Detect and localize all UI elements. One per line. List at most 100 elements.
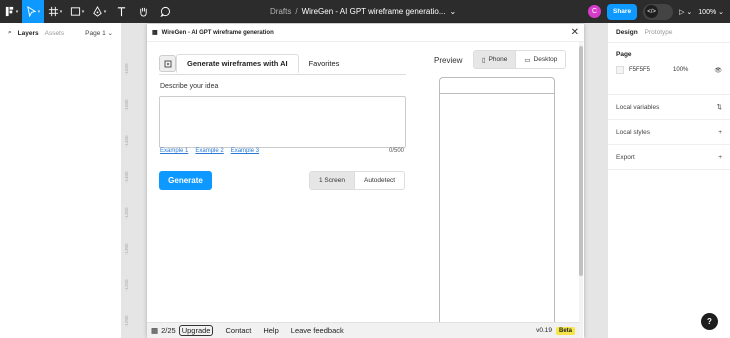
plus-icon[interactable]: + — [718, 154, 722, 161]
tab-design[interactable]: Design — [616, 29, 638, 36]
page-heading: Page — [616, 51, 632, 58]
phone-icon: ▯ — [482, 56, 486, 64]
close-icon[interactable]: ✕ — [571, 27, 579, 38]
ruler-tick: -1550 — [124, 63, 129, 75]
ruler-tick: -1350 — [124, 207, 129, 219]
ruler-tick: -1450 — [124, 135, 129, 147]
scrollbar-thumb[interactable] — [579, 46, 583, 276]
tab-assets[interactable]: Assets — [45, 30, 65, 37]
search-icon[interactable]: ⌕ — [8, 29, 12, 37]
contact-link[interactable]: Contact — [225, 326, 251, 335]
play-icon: ▷ — [679, 8, 685, 16]
page-fill-row[interactable]: F5F5F5 100% 👁 — [616, 66, 722, 74]
local-styles-section[interactable]: Local styles + — [608, 120, 730, 145]
wand-glyph — [164, 60, 171, 67]
zoom-value: 100% — [698, 8, 717, 16]
desktop-icon: ▭ — [524, 56, 531, 64]
device-phone-label: Phone — [488, 56, 508, 63]
text-tool-button[interactable] — [110, 0, 132, 23]
example-1-link[interactable]: Example 1 — [160, 148, 188, 154]
pen-icon — [92, 6, 102, 17]
export-section[interactable]: Export + — [608, 145, 730, 170]
avatar[interactable]: C — [588, 5, 601, 18]
plus-icon[interactable]: + — [718, 129, 722, 136]
generate-button[interactable]: Generate — [159, 171, 212, 190]
char-count: 0/500 — [389, 148, 405, 154]
example-2-link[interactable]: Example 2 — [195, 148, 223, 154]
zoom-level[interactable]: 100% ⌄ — [698, 8, 724, 16]
local-styles-label: Local styles — [616, 128, 650, 136]
ruler-tick: -1500 — [124, 99, 129, 111]
eye-icon[interactable]: 👁 — [714, 67, 722, 74]
left-panel-header: ⌕ Layers Assets Page 1 ⌄ — [0, 23, 121, 43]
share-button[interactable]: Share — [607, 3, 638, 20]
chevron-down-icon[interactable]: ⌄ — [449, 7, 456, 16]
device-toggle: ▯ Phone ▭ Desktop — [473, 50, 567, 69]
rectangle-icon — [70, 7, 80, 16]
page-opacity-value[interactable]: 100% — [673, 67, 688, 73]
tab-divider — [159, 74, 406, 75]
phone-status-bar — [440, 78, 554, 94]
breadcrumb-drafts[interactable]: Drafts — [270, 7, 291, 16]
shape-tool-button[interactable]: ▾ — [66, 0, 88, 23]
hand-icon — [139, 7, 147, 17]
usage-counter: ▦ 2/25 Upgrade — [151, 325, 214, 336]
pen-tool-button[interactable]: ▾ — [88, 0, 110, 23]
beta-badge: Beta — [555, 326, 575, 335]
idea-input[interactable] — [159, 96, 406, 148]
page-color-value[interactable]: F5F5F5 — [629, 67, 650, 73]
main-menu-button[interactable]: ▾ — [0, 0, 22, 23]
present-button[interactable]: ▷ ⌄ — [679, 8, 692, 16]
text-icon — [117, 7, 125, 17]
version-text: v0.19 — [536, 327, 552, 334]
ruler-tick: -1400 — [124, 171, 129, 183]
variables-icon[interactable]: ⇅ — [717, 103, 722, 111]
page-section: Page F5F5F5 100% 👁 — [608, 43, 730, 95]
plugin-tabs: Generate wireframes with AI Favorites — [159, 54, 349, 73]
ruler-tick: -1300 — [124, 243, 129, 255]
wand-icon — [159, 55, 176, 72]
device-phone[interactable]: ▯ Phone — [474, 51, 517, 68]
mode-autodetect[interactable]: Autodetect — [355, 172, 404, 189]
mode-1-screen[interactable]: 1 Screen — [310, 172, 356, 189]
top-toolbar: ▾ ▾ ▾ ▾ ▾ Drafts / WireGen - AI GPT wire… — [0, 0, 730, 23]
page-selector[interactable]: Page 1 ⌄ — [85, 29, 113, 37]
upgrade-button[interactable]: Upgrade — [178, 325, 214, 336]
move-tool-button[interactable]: ▾ — [22, 0, 44, 23]
idea-label: Describe your idea — [160, 83, 219, 90]
ruler-tick: -1250 — [124, 279, 129, 291]
example-3-link[interactable]: Example 3 — [231, 148, 259, 154]
file-name[interactable]: WireGen - AI GPT wireframe generatio... — [302, 7, 446, 16]
figma-menu-icon — [5, 6, 13, 17]
dev-mode-toggle[interactable]: </> — [643, 3, 674, 20]
plugin-scrollbar[interactable] — [579, 42, 583, 338]
color-swatch[interactable] — [616, 66, 624, 74]
local-variables-label: Local variables — [616, 103, 660, 111]
version-info: v0.19 Beta — [536, 326, 575, 335]
help-button[interactable]: ? — [701, 313, 718, 330]
usage-icon: ▦ — [151, 326, 159, 335]
device-desktop[interactable]: ▭ Desktop — [516, 51, 565, 68]
frame-tool-button[interactable]: ▾ — [44, 0, 66, 23]
local-variables-section[interactable]: Local variables ⇅ — [608, 95, 730, 120]
comment-tool-button[interactable] — [154, 0, 176, 23]
plugin-window: ▦ WireGen - AI GPT wireframe generation … — [147, 24, 584, 338]
hand-tool-button[interactable] — [132, 0, 154, 23]
tab-favorites[interactable]: Favorites — [299, 54, 350, 73]
left-panel: ⌕ Layers Assets Page 1 ⌄ — [0, 23, 122, 338]
preview-label: Preview — [434, 56, 463, 65]
cursor-icon — [26, 6, 37, 17]
tab-layers[interactable]: Layers — [18, 30, 39, 37]
tab-generate[interactable]: Generate wireframes with AI — [176, 54, 299, 73]
feedback-link[interactable]: Leave feedback — [291, 326, 344, 335]
breadcrumb-separator: / — [295, 7, 298, 16]
plugin-footer: ▦ 2/25 Upgrade Contact Help Leave feedba… — [147, 322, 579, 338]
help-link[interactable]: Help — [263, 326, 278, 335]
right-panel-tabs: Design Prototype — [608, 23, 730, 43]
comment-icon — [159, 6, 170, 17]
usage-value: 2/25 — [161, 326, 176, 335]
plugin-title: WireGen - AI GPT wireframe generation — [161, 29, 274, 36]
example-links: Example 1 Example 2 Example 3 — [160, 148, 259, 154]
tab-prototype[interactable]: Prototype — [645, 29, 673, 36]
phone-preview — [439, 77, 555, 338]
